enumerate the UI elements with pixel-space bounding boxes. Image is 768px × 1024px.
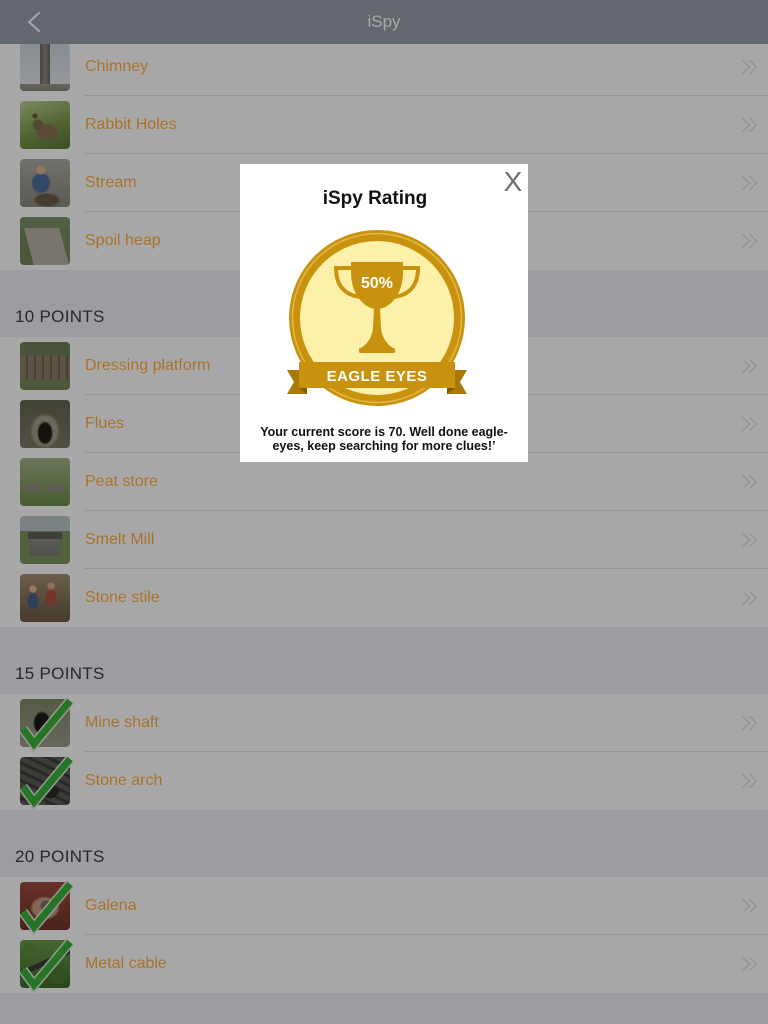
modal-backdrop [0, 0, 768, 1024]
badge-label: EAGLE EYES [327, 368, 428, 385]
modal-title: iSpy Rating [322, 188, 428, 209]
score-message: Your current score is 70. Well done eagl… [260, 425, 508, 453]
badge-percent: 50% [361, 275, 393, 292]
close-button[interactable]: X [502, 166, 524, 198]
eagle-eyes-badge: 50% EAGLE EYES [287, 230, 467, 406]
rating-modal: iSpy Rating X 50% EAGLE EYES Your curren… [240, 164, 528, 462]
ispy-screen: Chimney Rabbit Holes Stream Spoil heap 1… [0, 0, 768, 1024]
